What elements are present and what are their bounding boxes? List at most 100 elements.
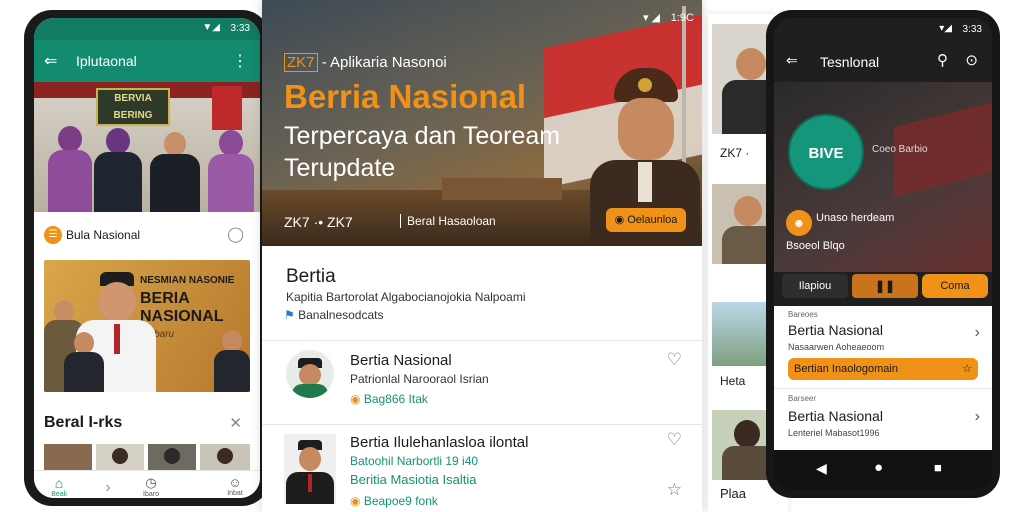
system-nav-bar: ◀ ● ■ [774,450,992,490]
item-overline: Bareoes [788,310,818,319]
list-item[interactable]: Bareoes Bertia Nasional Nasaarwen Aoheae… [774,306,992,388]
home-circle-icon[interactable]: ● [874,459,883,476]
article-meta: Batoohil Narbortli 19 i40 [350,454,479,468]
column-label: ZK7 · [720,146,750,160]
recents-square-icon[interactable]: ■ [934,460,942,475]
close-icon[interactable]: ✕ [229,414,242,432]
article-title: Bertia Ilulehanlasloa ilontal [350,434,529,451]
pause-icon[interactable]: ❚❚ [852,274,918,298]
status-time: 3:33 [230,23,250,34]
news-row[interactable]: ☰ Bula Nasional ◯ [34,212,260,258]
channel-badge[interactable]: BIVE [788,114,864,190]
app-title: Tesnlonal [820,54,880,70]
hero-strip-right: Beral Hasaoloan [400,214,496,228]
right-phone-screen: 3:33 ▾◢ ⇐ Tesnlonal ⚲ ⊙ BIVE Coeo Barbio… [774,18,992,490]
wifi-icon: ▾ ◢ [642,12,660,24]
hero-banner: 1:9C ▾ ◢ ZK7 - Aplikaria Nasonoi Berria … [262,0,702,246]
hero-sign: BERVIA BERING [96,88,170,126]
section-title: Beral I-rks [44,414,123,431]
section-header: Beral I-rks ✕ [34,406,260,440]
hero-strip-left: ZK7 ·• ZK7 [284,214,353,230]
pin-icon[interactable]: ⊙ [965,51,978,69]
status-time: 3:33 [962,24,982,35]
item-sub: Lenteriel Mabasot1996 [788,428,880,438]
content-list: Bertia Kapitia Bartorolat Algabocianojok… [262,246,702,512]
section-link[interactable]: ⚑ Banalnesodcats [284,308,384,322]
tab-bar: Ilapiou ❚❚ Coma [782,274,988,298]
bookmark-icon: ⚑ [284,308,299,322]
column-label: Heta [720,374,746,388]
hero-cta-button[interactable]: ◉ Oelaunloa [606,208,686,232]
article-title: Bertia Nasional [350,352,452,369]
signal-icon: ▾◢ [939,23,952,34]
heart-icon[interactable]: ♡ [667,430,682,450]
left-phone-screen: 3:33 ▼◢ ⇐ Iplutaonal ⋮ BERVIA BERING ☰ B… [34,18,260,498]
app-bar: ⇐ Iplutaonal ⋮ [34,40,260,82]
thumbnail[interactable] [44,444,92,470]
profile-icon: ☻ [786,210,812,236]
item-title: Bertia Nasional [788,322,883,338]
hero-photo: BERVIA BERING [34,82,260,212]
column-label: Plaa [720,486,747,501]
tab-third[interactable]: Coma [922,274,988,298]
article-meta: Patrionlal Narooraol Isrian [350,372,489,386]
more-vert-icon[interactable]: ⋮ [232,51,248,71]
tab-first[interactable]: Ilapiou [782,274,848,298]
section-title: Bertia [286,266,336,287]
news-row-label: Bula Nasional [66,228,141,242]
signal-icon: ▼◢ [202,22,220,33]
thumbnail[interactable] [148,444,196,470]
article-tag: ◉ Bag866 Itak [350,392,428,406]
article-thumb [284,434,336,504]
status-time: 1:9C [670,12,694,24]
bottom-nav: ⌂ Beali › ◷ Ibaro ☺ Inbat [34,470,260,498]
star-icon[interactable]: ☆ [667,480,682,500]
back-arrow-icon[interactable]: ⇐ [786,52,798,69]
status-bar: 3:33 ▼◢ [34,18,260,40]
back-triangle-icon[interactable]: ◀ [816,460,827,477]
tag-icon: ◉ [350,494,364,508]
chevron-right-icon[interactable]: › [975,408,980,426]
timer-icon: ◷ [145,475,157,490]
chevron-right-icon[interactable]: › [98,479,118,497]
thumbnail[interactable] [200,444,250,470]
article-tag: ◉ Beapoe9 fonk [350,494,438,508]
profile-header: BIVE Coeo Barbio ☻ Unaso herdeam Bsoeol … [774,82,992,272]
item-overline: Barseer [788,394,817,403]
play-icon: ◉ [614,214,628,226]
back-arrow-icon[interactable]: ⇐ [44,51,57,71]
nav-home[interactable]: ⌂ Beali [42,475,76,498]
hero-brand: ZK7 [284,53,318,72]
article-row[interactable]: Bertia Ilulehanlasloa ilontal Batoohil N… [262,426,702,512]
chevron-right-icon[interactable]: › [975,324,980,342]
item-title: Bertia Nasional [788,408,883,424]
featured-card[interactable]: NESMIAN NASONIE BERIA NASIONAL Terbaru [44,260,250,392]
search-icon[interactable]: ⚲ [937,51,948,69]
article-avatar [286,350,334,398]
hero-title: Berria Nasional [284,78,527,115]
tag-icon: ◉ [350,392,364,406]
hero-tagline-1: Terpercaya dan Teoream [284,122,561,150]
hero-subtitle: - Aplikaria Nasonoi [321,54,447,71]
item-sub: Nasaarwen Aoheaeoom [788,342,885,352]
nav-timer[interactable]: ◷ Ibaro [134,475,168,498]
list-item[interactable]: Barseer Bertia Nasional Lenteriel Mabaso… [774,390,992,450]
share-icon: ☆ [962,363,972,375]
hero-tagline-2: Terupdate [284,154,396,182]
section-subtitle: Kapitia Bartorolat Algabocianojokia Nalp… [286,290,526,304]
item-action-bar[interactable]: Bertian Inaologomain ☆ [788,358,978,380]
header-label: Coeo Barbio [872,144,928,155]
right-phone: 3:33 ▾◢ ⇐ Tesnlonal ⚲ ⊙ BIVE Coeo Barbio… [766,10,1000,498]
comment-icon[interactable]: ◯ [227,225,244,243]
nav-profile[interactable]: ☺ Inbat [218,475,252,497]
left-phone: 3:33 ▼◢ ⇐ Iplutaonal ⋮ BERVIA BERING ☰ B… [24,10,270,506]
article-row[interactable]: Bertia Nasional Patrionlal Narooraol Isr… [262,342,702,422]
profile-icon: ☺ [228,475,242,490]
app-title: Iplutaonal [76,53,137,69]
hero-brand-line: ZK7 - Aplikaria Nasonoi [284,53,447,72]
news-logo-icon: ☰ [44,226,62,244]
heart-icon[interactable]: ♡ [667,350,682,370]
main-panel: 1:9C ▾ ◢ ZK7 - Aplikaria Nasonoi Berria … [262,0,702,512]
thumbnail[interactable] [96,444,144,470]
app-bar: ⇐ Tesnlonal ⚲ ⊙ [774,42,992,82]
